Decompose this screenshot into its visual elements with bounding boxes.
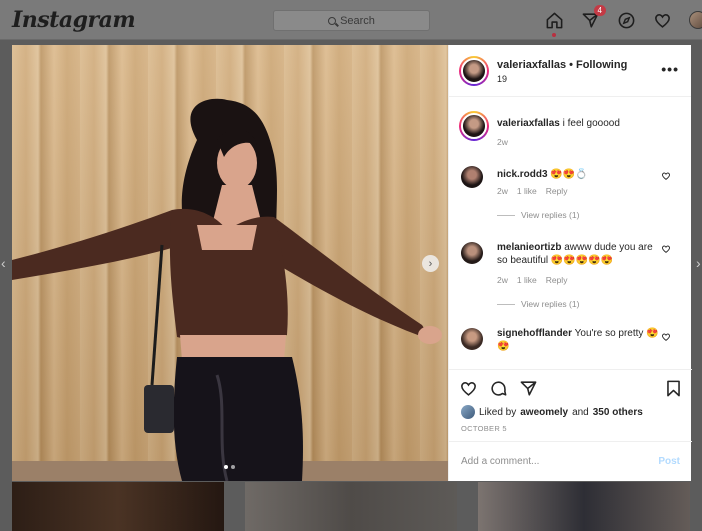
- nav-icons: 4: [543, 5, 702, 37]
- post-actions: Liked by aweomely and 350 others OCTOBER…: [449, 369, 692, 441]
- view-replies-button[interactable]: View replies (1): [497, 210, 579, 220]
- caption-meta: 2w: [497, 137, 508, 147]
- commenter-avatar[interactable]: [461, 166, 483, 188]
- search-placeholder: Search: [340, 14, 375, 27]
- comment-username[interactable]: signehofflander: [497, 328, 572, 339]
- divider-line: [497, 303, 515, 305]
- commenter-avatar[interactable]: [461, 242, 483, 264]
- likes-summary: Liked by aweomely and 350 others: [461, 405, 643, 419]
- commenter-avatar[interactable]: [461, 328, 483, 350]
- previous-post-arrow-icon[interactable]: ‹: [1, 255, 6, 271]
- comment-time: 2w: [497, 275, 508, 285]
- post-photo[interactable]: ›: [12, 45, 448, 481]
- comment-body: 😍😍💍: [550, 169, 588, 180]
- comment-username[interactable]: nick.rodd3: [497, 169, 548, 180]
- divider-line: [497, 214, 515, 216]
- comment-like-icon[interactable]: [661, 332, 671, 342]
- profile-avatar: [689, 11, 702, 29]
- search-icon: [328, 16, 337, 25]
- profile-button[interactable]: [687, 9, 702, 31]
- comment-like-icon[interactable]: [661, 171, 671, 181]
- comment-like-icon[interactable]: [661, 244, 671, 254]
- view-replies-label: View replies (1): [521, 299, 580, 309]
- author-avatar[interactable]: [459, 56, 489, 86]
- post-modal: › valeriaxfallas • Following 19 ••• valeri…: [12, 45, 692, 481]
- likes-and: and: [572, 406, 589, 418]
- chevron-right-icon: ›: [428, 257, 433, 270]
- caption-body: i feel gooood: [562, 118, 620, 129]
- author-line: valeriaxfallas • Following: [497, 59, 628, 71]
- top-navigation: Instagram Search 4: [0, 0, 702, 40]
- direct-button[interactable]: 4: [579, 5, 606, 31]
- explore-button[interactable]: [615, 9, 637, 31]
- background-thumbnail: [245, 482, 457, 531]
- likes-user[interactable]: aweomely: [520, 407, 568, 418]
- liker-avatar: [461, 405, 475, 419]
- action-icons: [459, 379, 538, 398]
- instagram-logo[interactable]: Instagram: [12, 7, 136, 33]
- caption-text: valeriaxfallas i feel gooood: [497, 117, 662, 130]
- view-replies-button[interactable]: View replies (1): [497, 299, 579, 309]
- activity-heart-icon: [654, 13, 670, 28]
- active-indicator: [552, 33, 556, 37]
- comment-text: melanieortizb awww dude you are so beaut…: [497, 241, 662, 267]
- likes-prefix: Liked by: [479, 406, 517, 418]
- search-box[interactable]: Search: [273, 10, 430, 31]
- home-icon: [546, 12, 562, 28]
- comment-time: 2w: [497, 186, 508, 196]
- carousel-dot: [231, 465, 235, 469]
- comment-text: nick.rodd3 😍😍💍: [497, 168, 662, 181]
- post-date: OCTOBER 5: [461, 424, 507, 433]
- caption-avatar[interactable]: [459, 111, 489, 141]
- add-comment-bar: Post: [449, 441, 692, 481]
- carousel-dots: [224, 465, 235, 469]
- next-image-button[interactable]: ›: [422, 255, 439, 272]
- background-thumbnail: [12, 482, 224, 531]
- notification-badge: 4: [593, 5, 606, 16]
- comment-text: signehofflander You're so pretty 😍😍: [497, 327, 662, 353]
- caption-time: 2w: [497, 137, 508, 147]
- more-options-icon[interactable]: •••: [661, 61, 679, 77]
- header-subtitle[interactable]: 19: [497, 74, 507, 84]
- background-thumbnail: [478, 482, 690, 531]
- reply-button[interactable]: Reply: [546, 275, 568, 285]
- post-comment-button[interactable]: Post: [658, 456, 680, 467]
- caption-username[interactable]: valeriaxfallas: [497, 118, 560, 129]
- next-post-arrow-icon[interactable]: ›: [696, 255, 701, 271]
- view-replies-label: View replies (1): [521, 210, 580, 220]
- post-header: valeriaxfallas • Following 19 •••: [449, 45, 691, 97]
- share-icon[interactable]: [519, 379, 538, 398]
- author-username[interactable]: valeriaxfallas: [497, 59, 566, 71]
- comment-likes[interactable]: 1 like: [517, 186, 537, 196]
- comment-likes[interactable]: 1 like: [517, 275, 537, 285]
- following-button[interactable]: Following: [576, 59, 627, 71]
- carousel-dot-active: [224, 465, 228, 469]
- explore-icon: [618, 12, 634, 28]
- comment-username[interactable]: melanieortizb: [497, 242, 561, 253]
- save-icon: [667, 380, 680, 397]
- likes-others[interactable]: 350 others: [593, 407, 643, 418]
- comment-icon[interactable]: [489, 379, 508, 398]
- comment-meta: 2w 1 like Reply: [497, 275, 567, 285]
- comment-meta: 2w 1 like Reply: [497, 186, 567, 196]
- home-button[interactable]: [543, 9, 565, 37]
- reply-button[interactable]: Reply: [546, 186, 568, 196]
- activity-button[interactable]: [651, 9, 673, 31]
- save-button[interactable]: [664, 379, 683, 403]
- post-details-panel: valeriaxfallas • Following 19 ••• valeriax…: [448, 45, 692, 481]
- comment-input[interactable]: [461, 456, 641, 467]
- comments-list[interactable]: valeriaxfallas i feel gooood 2w nick.rod…: [449, 97, 692, 369]
- person-figure: [12, 98, 442, 481]
- like-icon[interactable]: [459, 379, 478, 398]
